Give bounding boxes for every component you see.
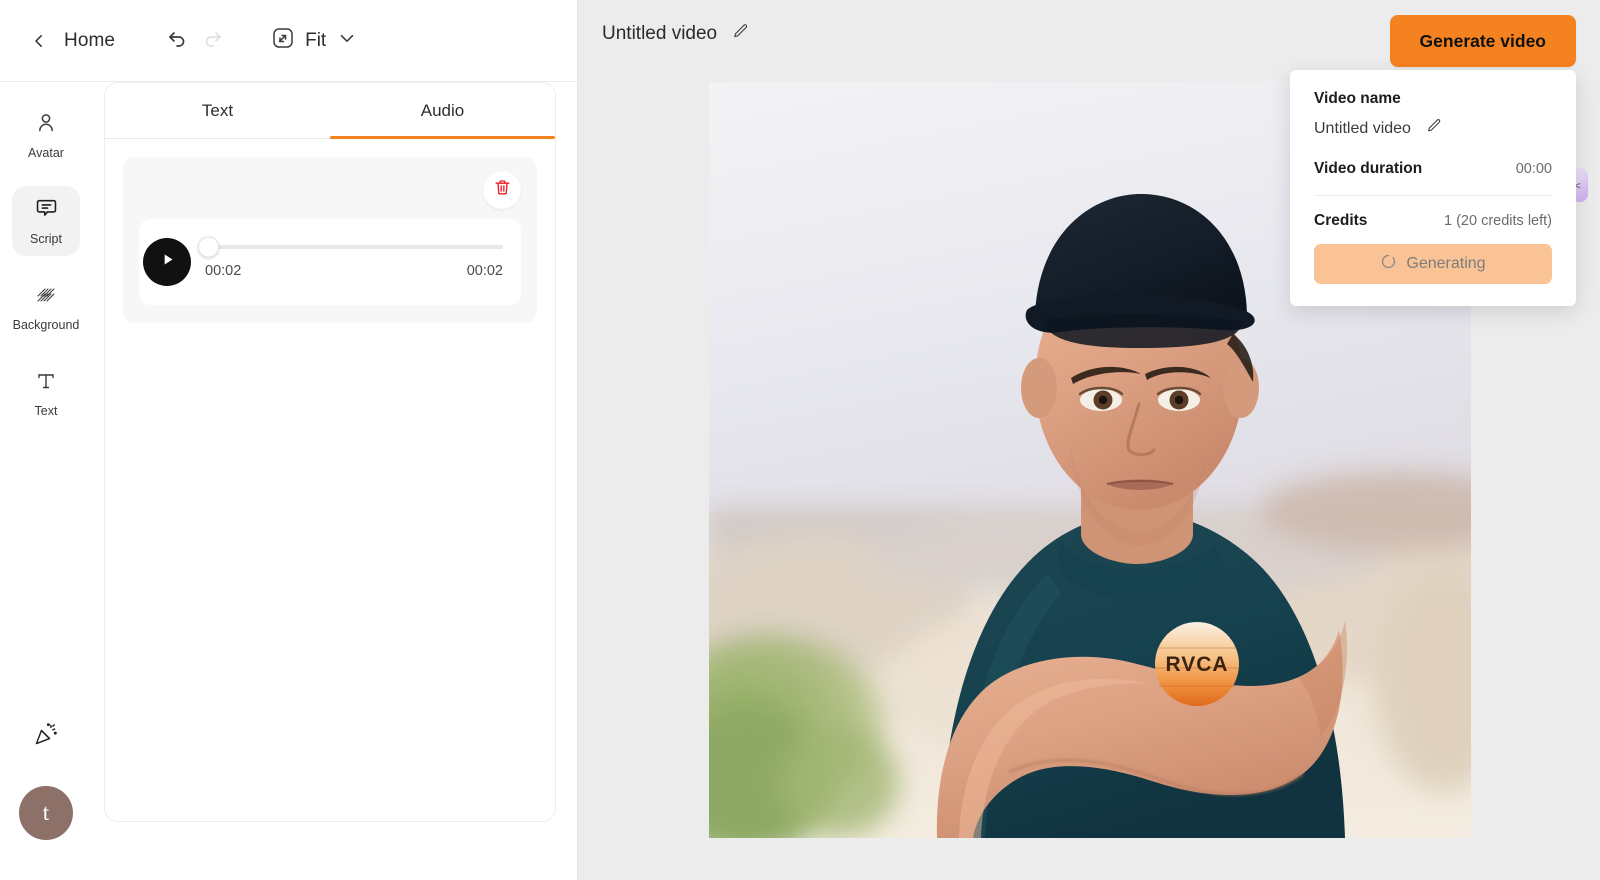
fit-screen-icon [271, 26, 295, 55]
credits-row: Credits 1 (20 credits left) [1314, 212, 1552, 230]
zoom-fit-dropdown[interactable]: Fit [271, 26, 358, 55]
redo-button[interactable] [195, 24, 229, 58]
pencil-icon [1425, 117, 1443, 140]
popup-edit-name-button[interactable] [1425, 117, 1443, 140]
text-t-icon [34, 369, 58, 398]
audio-scrubber-handle[interactable] [198, 236, 219, 258]
editor-toolbar: Home Fit [0, 0, 578, 82]
video-editor-app: Home Fit Avatar Script Background Text t… [0, 0, 1600, 880]
tab-audio[interactable]: Audio [330, 83, 555, 139]
credits-label: Credits [1314, 212, 1368, 229]
delete-audio-button[interactable] [483, 171, 521, 209]
party-popper-button[interactable] [18, 708, 74, 764]
play-icon [159, 251, 176, 273]
generate-video-button[interactable]: Generate video [1389, 15, 1576, 67]
speech-bubble-icon [34, 196, 59, 226]
redo-icon [200, 26, 224, 55]
hatch-pattern-icon [34, 283, 58, 312]
person-icon [34, 111, 58, 140]
script-panel-card: Text Audio 00:02 00:02 [104, 82, 556, 822]
preview-stage: Untitled video Generate video RVCA Video… [578, 0, 1600, 880]
video-duration-value: 00:00 [1515, 161, 1552, 177]
pencil-icon [731, 22, 750, 46]
credits-value: 1 (20 credits left) [1444, 213, 1552, 229]
tab-text[interactable]: Text [105, 83, 330, 139]
audio-total-time: 00:02 [466, 263, 503, 279]
audio-current-time: 00:02 [205, 263, 242, 279]
tool-rail: Avatar Script Background Text t [0, 82, 92, 880]
chevron-down-icon [336, 27, 358, 54]
audio-times: 00:02 00:02 [205, 263, 503, 279]
video-duration-row: Video duration 00:00 [1314, 160, 1552, 178]
svg-text:RVCA: RVCA [1165, 653, 1228, 676]
back-to-home-button[interactable]: Home [30, 30, 115, 52]
audio-player: 00:02 00:02 [139, 219, 521, 305]
sidebar-item-script[interactable]: Script [12, 186, 80, 256]
undo-button[interactable] [161, 24, 195, 58]
spinner-icon [1380, 253, 1397, 275]
video-duration-label: Video duration [1314, 160, 1423, 177]
audio-clip-block: 00:02 00:02 [123, 157, 537, 323]
generating-button: Generating [1314, 244, 1552, 284]
fit-label: Fit [305, 29, 327, 51]
panel-tabs: Text Audio [105, 83, 555, 139]
sidebar-item-label: Background [12, 317, 80, 332]
sidebar-item-avatar[interactable]: Avatar [12, 100, 80, 170]
generate-video-popup: Video name Untitled video Video duration… [1290, 70, 1576, 306]
audio-actions-row [139, 171, 521, 209]
audio-scrubber[interactable]: 00:02 00:02 [198, 236, 503, 279]
generating-label: Generating [1406, 255, 1486, 272]
chevron-left-icon [30, 32, 48, 50]
video-title-group: Untitled video [602, 22, 750, 46]
page-title: Untitled video [602, 23, 718, 44]
video-name-value: Untitled video [1314, 119, 1411, 137]
trash-icon [493, 178, 512, 202]
home-label: Home [64, 29, 116, 51]
sidebar-item-text[interactable]: Text [12, 358, 80, 428]
popup-divider [1314, 195, 1552, 196]
sidebar-item-label: Avatar [28, 145, 64, 160]
video-name-label: Video name [1314, 90, 1401, 107]
sidebar-item-label: Text [34, 403, 58, 418]
sidebar-item-background[interactable]: Background [12, 272, 80, 342]
audio-track[interactable] [198, 236, 503, 258]
sidebar-item-label: Script [30, 232, 62, 247]
user-avatar[interactable]: t [19, 786, 73, 840]
edit-video-name-button[interactable] [731, 22, 750, 46]
undo-icon [166, 26, 190, 55]
party-popper-icon [33, 721, 59, 752]
video-name-row: Untitled video [1314, 117, 1552, 140]
play-button[interactable] [143, 238, 191, 286]
left-panel: Home Fit Avatar Script Background Text t… [0, 0, 578, 880]
